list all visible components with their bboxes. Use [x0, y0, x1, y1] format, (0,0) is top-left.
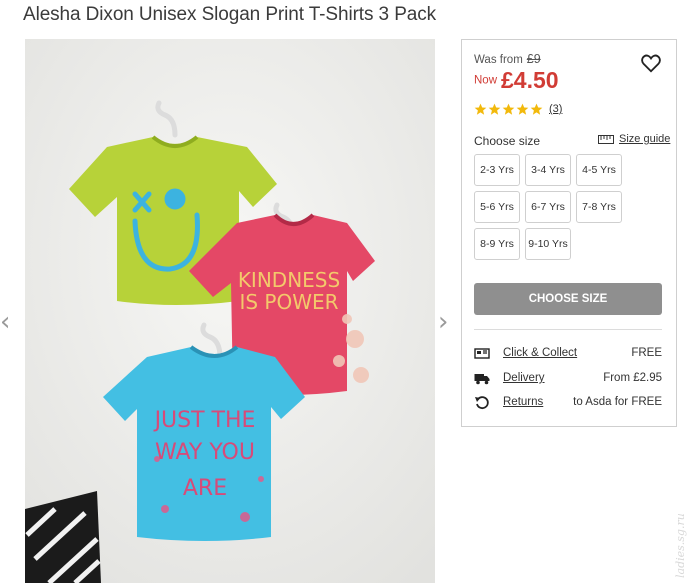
- rating: (3): [474, 102, 562, 116]
- store-icon: [474, 348, 490, 359]
- star-icon: [474, 103, 487, 115]
- delivery-link[interactable]: Delivery: [503, 372, 545, 384]
- heart-icon[interactable]: [640, 52, 662, 74]
- size-option[interactable]: 6-7 Yrs: [525, 191, 571, 223]
- pink-slogan-2: IS POWER: [239, 290, 338, 314]
- tshirts-photo: KINDNESS IS POWER JUST THE WAY YOU ARE: [25, 39, 435, 583]
- ruler-icon: [598, 134, 614, 144]
- product-image: KINDNESS IS POWER JUST THE WAY YOU ARE: [25, 39, 435, 583]
- choose-size-button[interactable]: CHOOSE SIZE: [474, 283, 662, 315]
- watermark: ladies.sg.ru: [674, 513, 687, 578]
- was-price: Was from £9: [474, 52, 541, 66]
- size-option[interactable]: 7-8 Yrs: [576, 191, 622, 223]
- chevron-right-icon[interactable]: ›: [438, 309, 448, 335]
- click-collect-link[interactable]: Click & Collect: [503, 347, 577, 359]
- now-price: Now £4.50: [474, 67, 559, 94]
- was-price-value: £9: [526, 52, 541, 66]
- size-option[interactable]: 5-6 Yrs: [474, 191, 520, 223]
- size-option[interactable]: 2-3 Yrs: [474, 154, 520, 186]
- watermark-text: ladies.sg.ru: [674, 513, 687, 578]
- chevron-left-icon[interactable]: ‹: [0, 309, 10, 335]
- star-icon: [516, 103, 529, 115]
- blue-slogan-3: ARE: [183, 476, 227, 501]
- size-option[interactable]: 9-10 Yrs: [525, 228, 571, 260]
- returns-link[interactable]: Returns: [503, 396, 543, 408]
- delivery-value: From £2.95: [603, 372, 662, 384]
- delivery-row: Delivery From £2.95: [474, 370, 662, 388]
- star-icon: [502, 103, 515, 115]
- blue-slogan-2: WAY YOU: [155, 440, 255, 465]
- returns-row: Returns to Asda for FREE: [474, 394, 662, 412]
- divider: [474, 329, 662, 330]
- star-icon: [488, 103, 501, 115]
- choose-size-label: Choose size: [474, 134, 541, 148]
- truck-icon: [474, 374, 490, 385]
- review-count-link[interactable]: (3): [549, 103, 562, 115]
- purchase-panel: Was from £9 Now £4.50 (3) Choose size Size…: [461, 39, 677, 427]
- returns-value: to Asda for FREE: [573, 396, 662, 408]
- size-option[interactable]: 4-5 Yrs: [576, 154, 622, 186]
- now-label: Now: [474, 74, 498, 87]
- click-collect-row: Click & Collect FREE: [474, 345, 662, 363]
- pink-slogan-1: KINDNESS: [238, 268, 340, 292]
- returns-icon: [475, 396, 489, 410]
- star-icon: [530, 103, 543, 115]
- size-option[interactable]: 3-4 Yrs: [525, 154, 571, 186]
- size-guide-link[interactable]: Size guide: [598, 133, 670, 145]
- size-guide-label: Size guide: [619, 133, 671, 145]
- blue-slogan-1: JUST THE: [153, 408, 256, 433]
- size-option[interactable]: 8-9 Yrs: [474, 228, 520, 260]
- product-title: Alesha Dixon Unisex Slogan Print T-Shirt…: [23, 4, 437, 25]
- now-price-value: £4.50: [501, 67, 559, 93]
- was-label: Was from: [474, 54, 523, 66]
- click-collect-value: FREE: [631, 347, 662, 359]
